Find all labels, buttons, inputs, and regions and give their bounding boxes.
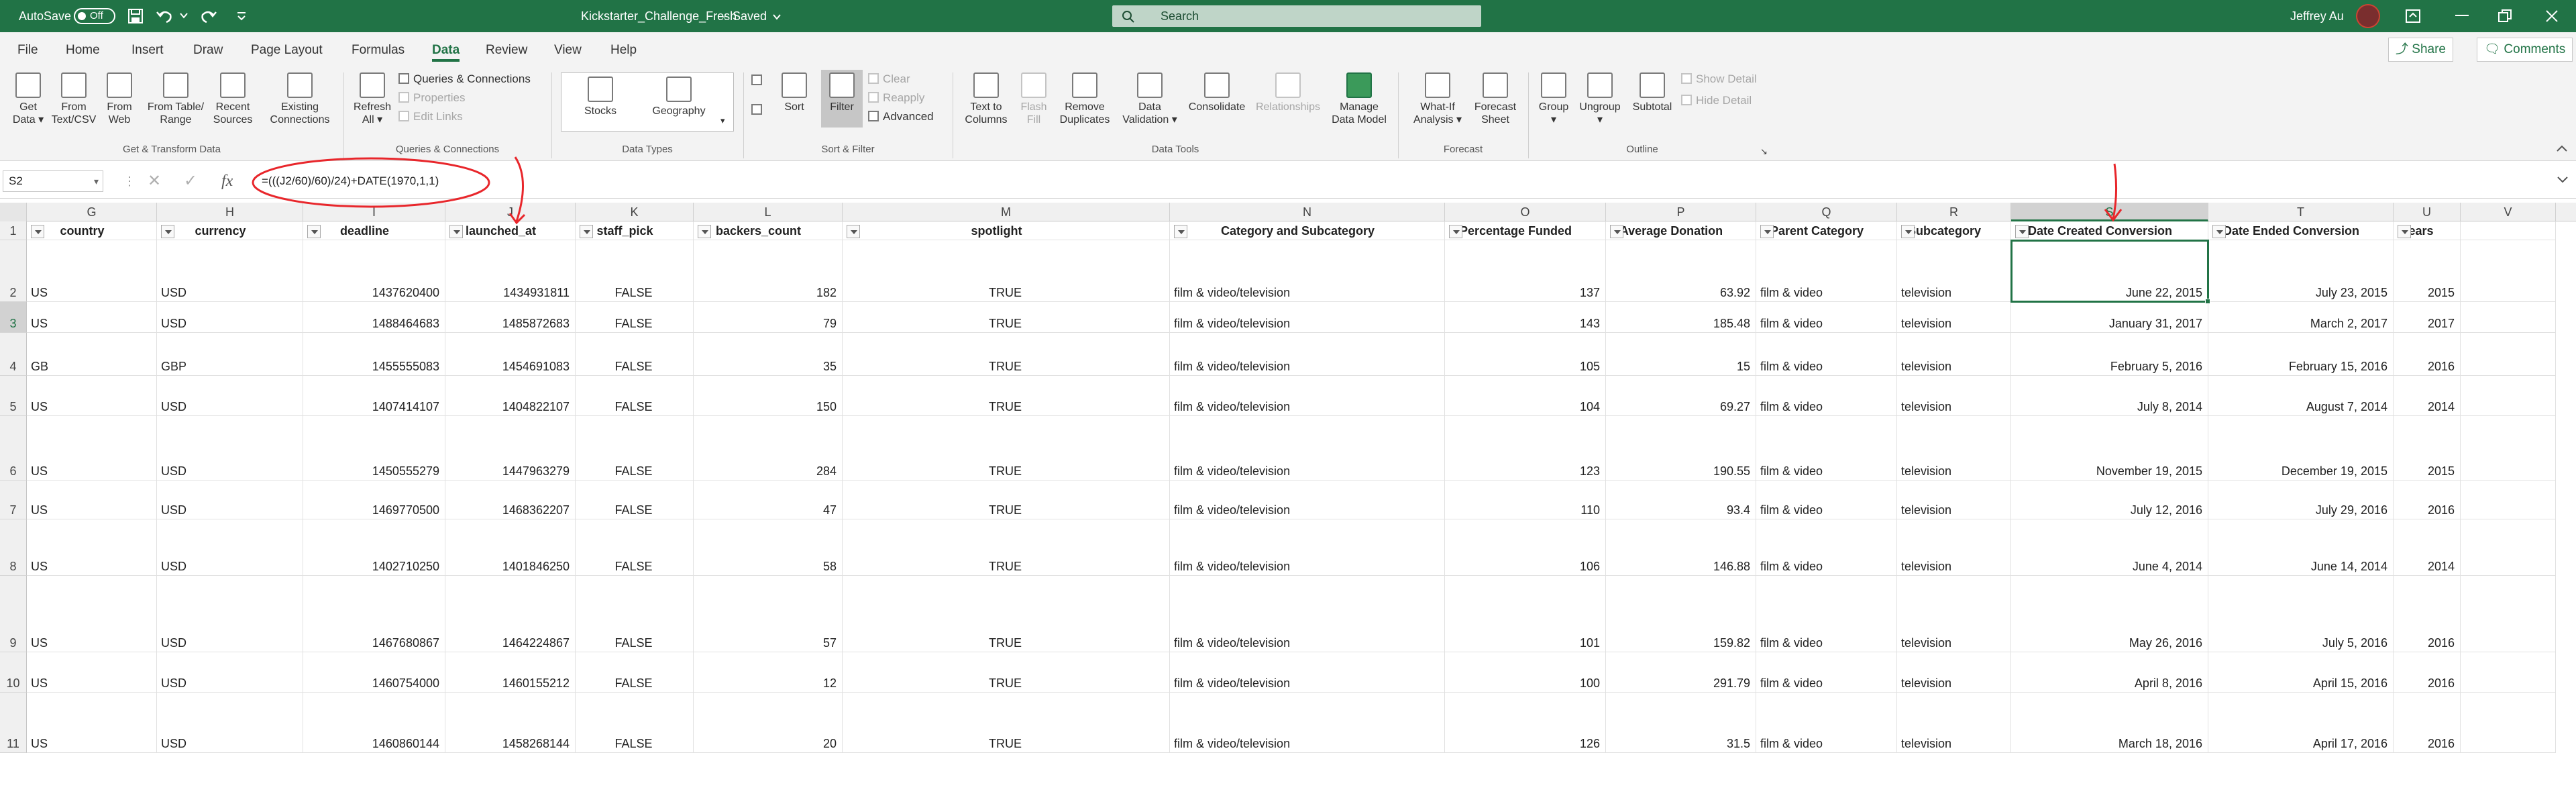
launched-at-annotation-arrow — [514, 156, 525, 222]
formula-annotation-ellipse — [252, 157, 490, 208]
date-created-annotation-arrow — [2112, 163, 2118, 219]
annotation-overlay — [252, 156, 2123, 225]
